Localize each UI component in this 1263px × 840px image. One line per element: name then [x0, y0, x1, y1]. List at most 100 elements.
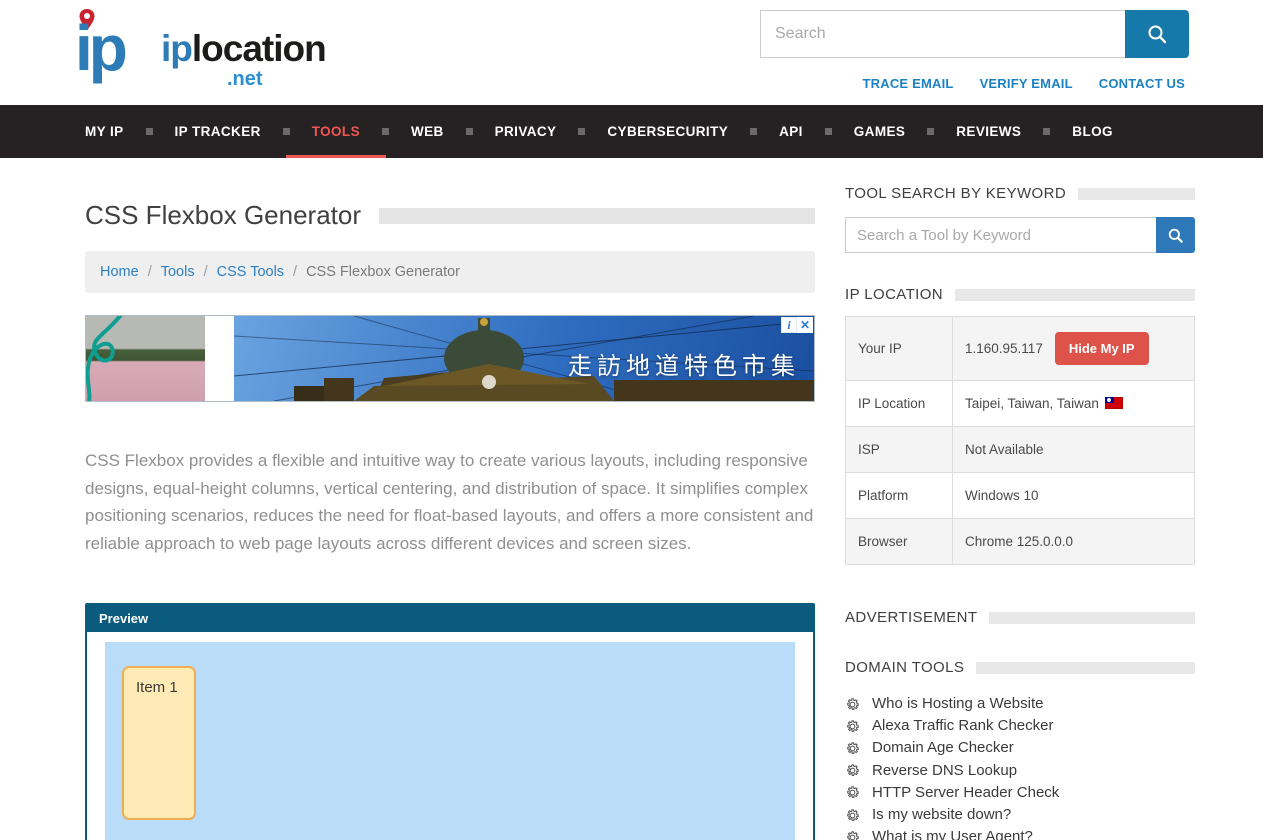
gear-icon [845, 785, 860, 800]
domain-tool-link[interactable]: HTTP Server Header Check [872, 782, 1059, 804]
domain-tools-heading: DOMAIN TOOLS [845, 659, 964, 676]
nav-item-tools[interactable]: TOOLS [312, 105, 360, 158]
nav-item-blog[interactable]: BLOG [1072, 105, 1113, 158]
nav-item-cybersecurity[interactable]: CYBERSECURITY [607, 105, 728, 158]
advertisement-heading-row: ADVERTISEMENT [845, 609, 1195, 626]
nav-item-my-ip[interactable]: MY IP [85, 105, 124, 158]
site-logo[interactable]: ip iplocation .net [75, 8, 315, 96]
ad-caption-text: 走訪地道特色市集 [568, 346, 800, 381]
title-decorative-bar [379, 208, 815, 224]
logo-net: .net [227, 68, 263, 91]
browser-value: Chrome 125.0.0.0 [953, 519, 1195, 565]
heading-decorative-bar [1078, 188, 1195, 200]
tool-search-button[interactable] [1156, 217, 1195, 253]
domain-tool-link[interactable]: Alexa Traffic Rank Checker [872, 715, 1053, 737]
gear-icon [845, 830, 860, 840]
nav-separator [825, 128, 832, 135]
hide-my-ip-button[interactable]: Hide My IP [1055, 332, 1149, 365]
verify-email-link[interactable]: VERIFY EMAIL [980, 76, 1073, 91]
list-item: Domain Age Checker [845, 737, 1195, 759]
list-item: Is my website down? [845, 804, 1195, 826]
list-item: HTTP Server Header Check [845, 782, 1195, 804]
ad-info-icon[interactable]: i [781, 317, 797, 333]
header-search-input[interactable] [760, 10, 1125, 58]
ip-location-heading: IP LOCATION [845, 286, 943, 303]
search-icon [1146, 23, 1168, 45]
ad-route-squiggle [86, 316, 205, 401]
heading-decorative-bar [955, 289, 1195, 301]
ad-gap [205, 316, 234, 401]
nav-separator [382, 128, 389, 135]
breadcrumb: Home / Tools / CSS Tools / CSS Flexbox G… [85, 251, 815, 293]
ad-banner[interactable]: 走訪地道特色市集 i ✕ [85, 315, 815, 402]
logo-mark: ip [75, 16, 124, 80]
logo-wordmark: iplocation [161, 30, 326, 67]
ip-location-value: Taipei, Taiwan, Taiwan [965, 396, 1099, 411]
breadcrumb-tools[interactable]: Tools [161, 264, 195, 280]
nav-separator [578, 128, 585, 135]
breadcrumb-current: CSS Flexbox Generator [306, 264, 460, 280]
contact-us-link[interactable]: CONTACT US [1099, 76, 1185, 91]
nav-item-web[interactable]: WEB [411, 105, 444, 158]
flexbox-preview-item: Item 1 [122, 666, 196, 820]
nav-item-api[interactable]: API [779, 105, 803, 158]
page-title: CSS Flexbox Generator [85, 200, 361, 231]
nav-item-reviews[interactable]: REVIEWS [956, 105, 1021, 158]
tool-description: CSS Flexbox provides a flexible and intu… [85, 447, 815, 557]
ad-choices-controls: i ✕ [781, 317, 813, 333]
domain-tools-list: Who is Hosting a Website Alexa Traffic R… [845, 693, 1195, 840]
sidebar: TOOL SEARCH BY KEYWORD IP LOCATION Your … [845, 158, 1195, 840]
trace-email-link[interactable]: TRACE EMAIL [863, 76, 954, 91]
nav-separator [466, 128, 473, 135]
header-search-button[interactable] [1125, 10, 1189, 58]
nav-item-ip-tracker[interactable]: IP TRACKER [174, 105, 260, 158]
gear-icon [845, 808, 860, 823]
tool-search-input[interactable] [845, 217, 1156, 253]
gear-icon [845, 719, 860, 734]
preview-panel-body: Item 1 [87, 632, 813, 840]
tool-search-heading-row: TOOL SEARCH BY KEYWORD [845, 185, 1195, 202]
header-links: TRACE EMAIL VERIFY EMAIL CONTACT US [863, 76, 1185, 91]
heading-decorative-bar [976, 662, 1195, 674]
ad-right-image: 走訪地道特色市集 [234, 316, 814, 401]
main-column: CSS Flexbox Generator Home / Tools / CSS… [85, 158, 815, 840]
domain-tool-link[interactable]: What is my User Agent? [872, 826, 1033, 840]
breadcrumb-home[interactable]: Home [100, 264, 139, 280]
nav-item-privacy[interactable]: PRIVACY [495, 105, 557, 158]
main-nav: MY IP IP TRACKER TOOLS WEB PRIVACY CYBER… [0, 105, 1263, 158]
row-value: 1.160.95.117 Hide My IP [953, 317, 1195, 381]
breadcrumb-css-tools[interactable]: CSS Tools [217, 264, 284, 280]
isp-value: Not Available [953, 427, 1195, 473]
list-item: Alexa Traffic Rank Checker [845, 715, 1195, 737]
breadcrumb-separator: / [148, 264, 152, 280]
tool-search-form [845, 217, 1195, 253]
gear-icon [845, 763, 860, 778]
content-wrapper: CSS Flexbox Generator Home / Tools / CSS… [0, 158, 1263, 840]
breadcrumb-separator: / [293, 264, 297, 280]
nav-separator [750, 128, 757, 135]
gear-icon [845, 697, 860, 712]
domain-tool-link[interactable]: Domain Age Checker [872, 737, 1014, 759]
list-item: What is my User Agent? [845, 826, 1195, 840]
flexbox-preview-container: Item 1 [105, 642, 795, 840]
row-value: Taipei, Taiwan, Taiwan [953, 381, 1195, 427]
platform-value: Windows 10 [953, 473, 1195, 519]
gear-icon [845, 741, 860, 756]
table-row: IP Location Taipei, Taiwan, Taiwan [846, 381, 1195, 427]
row-label: Your IP [846, 317, 953, 381]
nav-item-games[interactable]: GAMES [854, 105, 906, 158]
ad-close-icon[interactable]: ✕ [797, 317, 813, 333]
nav-separator [146, 128, 153, 135]
domain-tool-link[interactable]: Is my website down? [872, 804, 1011, 826]
heading-decorative-bar [989, 612, 1195, 624]
list-item: Reverse DNS Lookup [845, 760, 1195, 782]
advertisement-heading: ADVERTISEMENT [845, 609, 977, 626]
domain-tool-link[interactable]: Who is Hosting a Website [872, 693, 1043, 715]
ad-left-image [86, 316, 205, 401]
nav-separator [283, 128, 290, 135]
nav-separator [927, 128, 934, 135]
search-icon [1167, 227, 1184, 244]
domain-tool-link[interactable]: Reverse DNS Lookup [872, 760, 1017, 782]
breadcrumb-separator: / [204, 264, 208, 280]
header-search-form [760, 10, 1189, 58]
